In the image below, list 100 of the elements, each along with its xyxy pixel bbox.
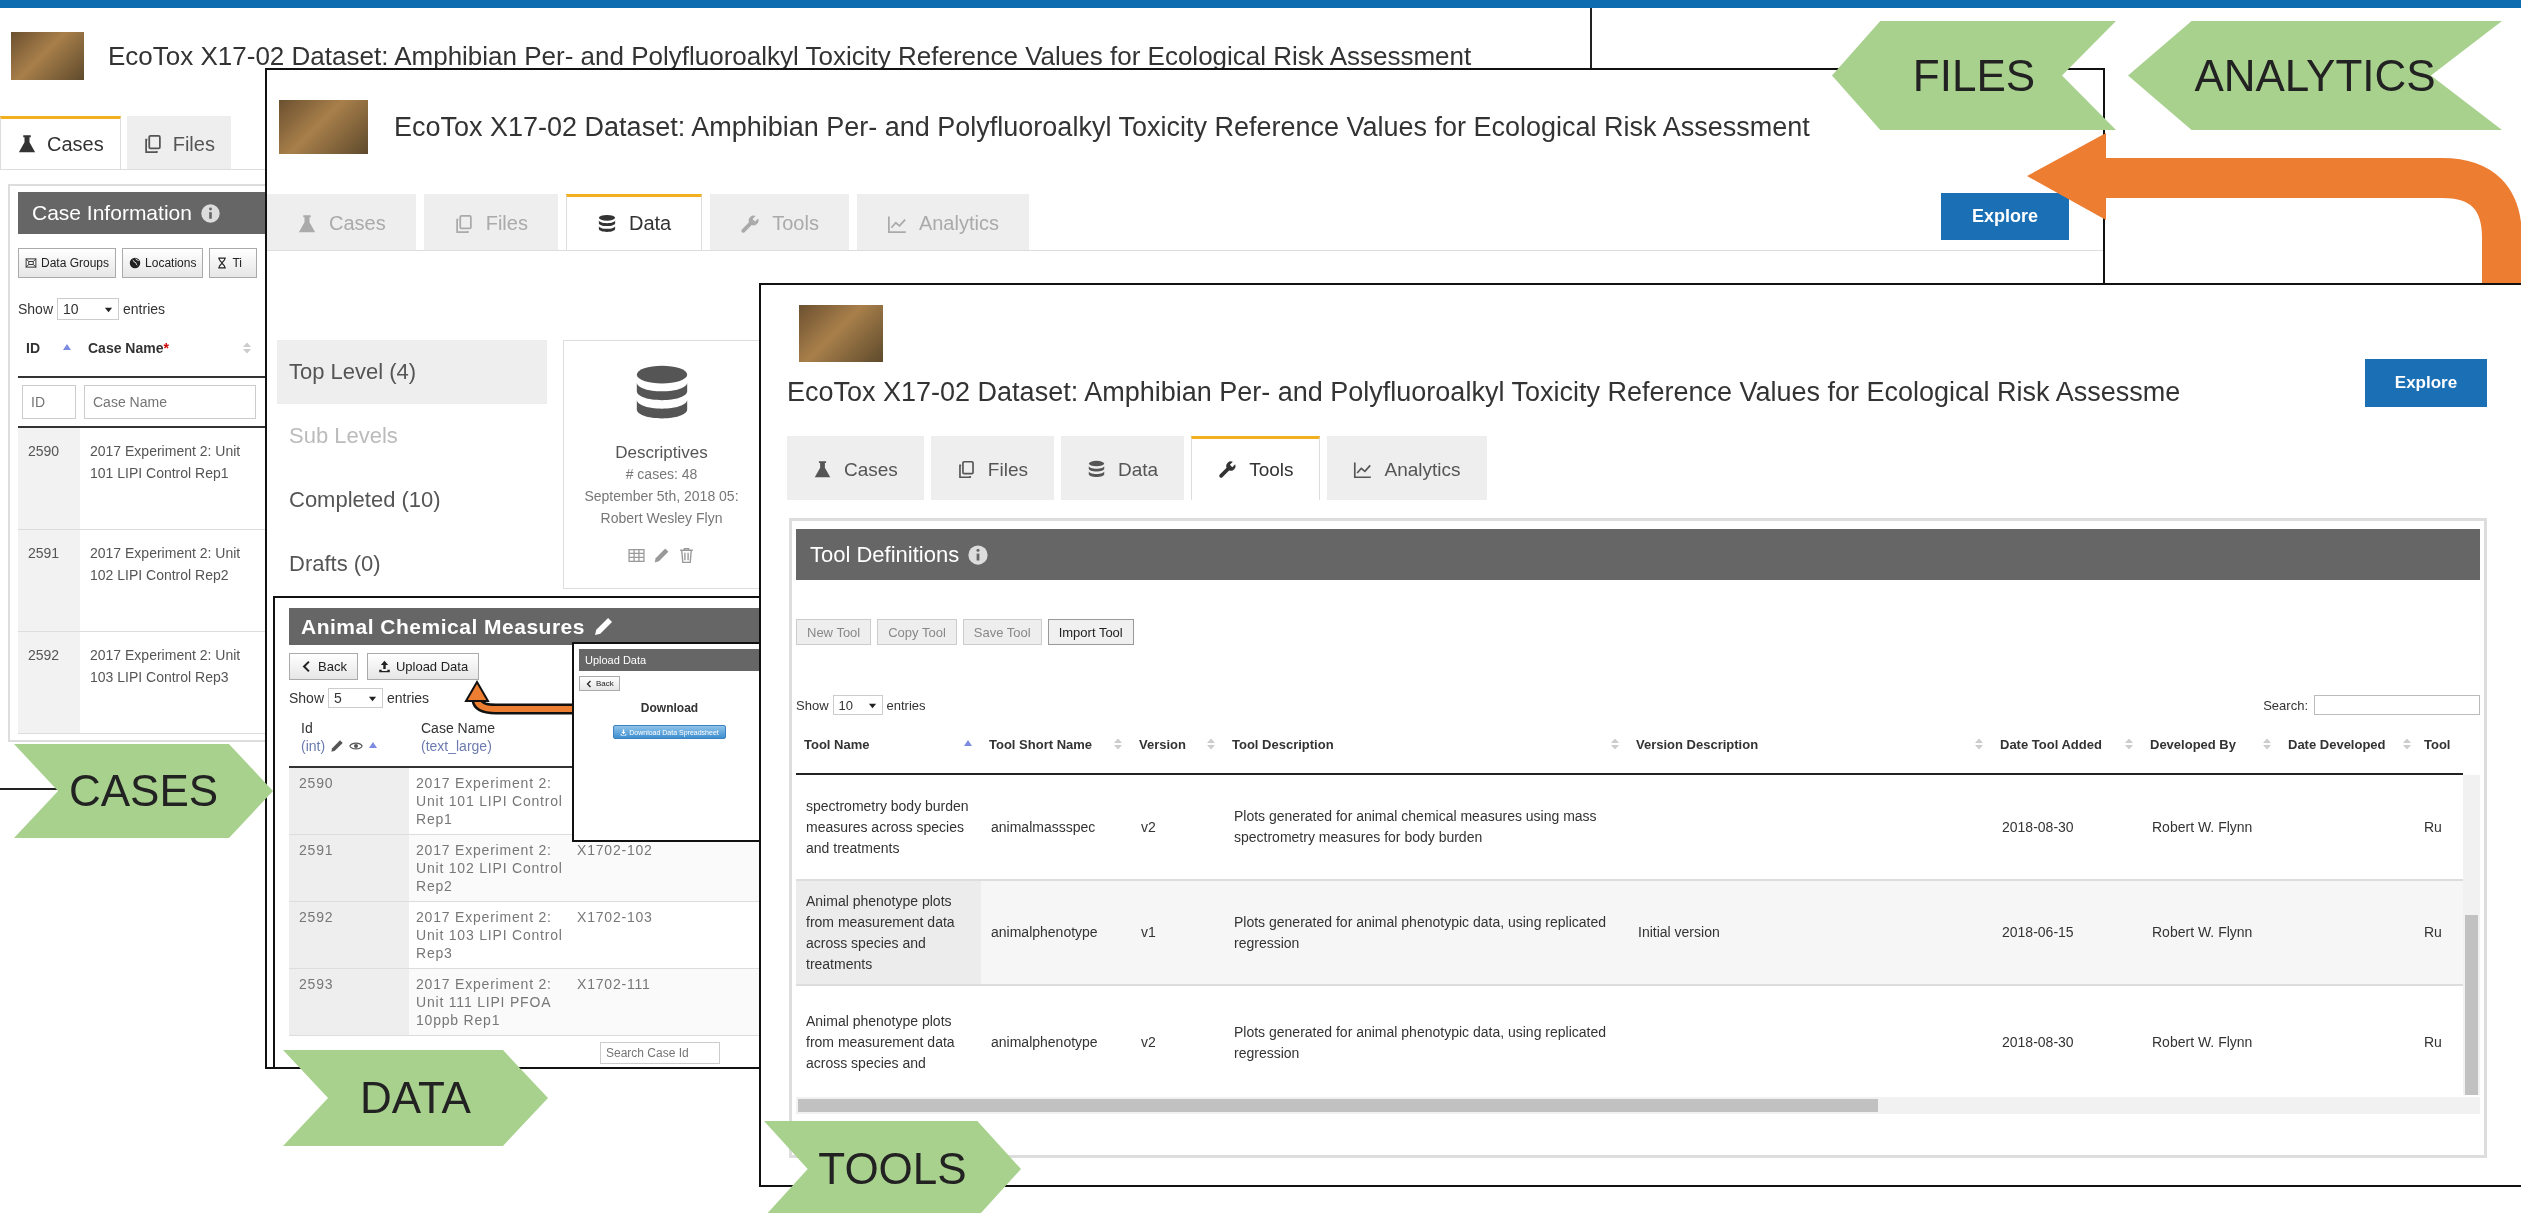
table-cell-text: X1702-102	[576, 841, 654, 860]
upload-button[interactable]: Upload Data	[366, 653, 480, 680]
tab[interactable]: Files	[126, 116, 231, 169]
globe-icon	[129, 257, 142, 269]
sort-icon[interactable]	[2262, 737, 2272, 751]
level-menu-item[interactable]: Drafts (0)	[277, 532, 547, 596]
column-header[interactable]: Id (int)	[289, 720, 409, 766]
pencil-icon[interactable]	[330, 739, 345, 753]
database-icon	[1087, 460, 1106, 479]
table-cell: Animal phenotype plots from measurement data across species and treatments	[796, 881, 981, 984]
sort-icon[interactable]	[1113, 737, 1123, 751]
sort-icon[interactable]	[2402, 737, 2412, 751]
page-size-select[interactable]: 10	[832, 695, 883, 715]
table-cell-text: 2017 Experiment 2: Unit 103 LIPI Control Rep3	[89, 646, 242, 687]
chevron-label: ANALYTICS	[2128, 21, 2502, 130]
chevron-left-icon	[585, 679, 593, 688]
level-menu-item[interactable]: Top Level (4)	[277, 340, 547, 404]
toolbar-button[interactable]: Import Tool	[1047, 619, 1134, 645]
table-cell-text: animalphenotype	[990, 923, 1099, 942]
column-name: Id	[301, 720, 314, 736]
table-cell-text: X1702-111	[576, 975, 652, 994]
entries-label: entries	[387, 690, 430, 706]
section-heading: Download	[639, 701, 700, 715]
case-count: # cases: 48	[625, 465, 698, 484]
level-menu-item[interactable]: Completed (10)	[277, 468, 547, 532]
table-cell-text: 2017 Experiment 2: Unit 102 LIPI Control Rep2	[415, 841, 564, 896]
vertical-scrollbar[interactable]	[2463, 775, 2480, 1095]
card-date: September 5th, 2018 05:	[584, 487, 739, 506]
sort-icon[interactable]	[1206, 737, 1216, 751]
table-cell: 2590	[289, 768, 409, 834]
page-title: EcoTox X17-02 Dataset: Amphibian Per- and Polyfluoroalkyl Toxicity Reference Values for Ecological Risk Assessment	[108, 40, 1472, 72]
sort-icon[interactable]	[2124, 737, 2134, 751]
info-icon[interactable]	[199, 202, 221, 224]
page-size-select[interactable]: 10	[57, 298, 120, 320]
column-header[interactable]: Developed By	[2142, 715, 2280, 773]
tab[interactable]: Cases	[0, 116, 121, 169]
trash-icon[interactable]	[678, 547, 695, 564]
tab[interactable]: Data	[565, 194, 703, 250]
wrench-icon	[740, 213, 761, 234]
column-header[interactable]: Tool Name	[796, 715, 981, 773]
toolbar-button[interactable]: Data Groups	[18, 248, 117, 278]
table-cell-text: 2017 Experiment 2: Unit 103 LIPI Control Rep3	[415, 908, 564, 963]
table-icon[interactable]	[628, 547, 645, 564]
table-cell-text: animalmassspec	[990, 817, 1097, 837]
page-size-select[interactable]: 5	[328, 688, 384, 708]
toolbar-button[interactable]: Locations	[122, 248, 204, 278]
column-header[interactable]: Tool Short Name	[981, 715, 1131, 773]
table-cell: 2592	[18, 632, 80, 733]
pencil-icon[interactable]	[592, 616, 614, 637]
sort-icon[interactable]	[242, 341, 252, 355]
column-header[interactable]: Tool Description	[1224, 715, 1628, 773]
search-field[interactable]: Search Case Id	[600, 1042, 720, 1064]
line-chart-icon	[1353, 460, 1373, 479]
column-header[interactable]: Date Tool Added	[1992, 715, 2142, 773]
grid-icon	[25, 257, 37, 269]
table-cell-text: 2017 Experiment 2: Unit 111 LIPI PFOA 10ppb Rep1	[415, 975, 553, 1030]
tab[interactable]: Files	[930, 436, 1054, 500]
explore-button[interactable]: Explore	[1941, 193, 2069, 240]
column-header[interactable]: Date Developed	[2280, 715, 2420, 773]
column-header[interactable]: ID	[18, 340, 80, 356]
table-cell-text: 2017 Experiment 2: Unit 101 LIPI Control Rep1	[415, 774, 564, 829]
column-header[interactable]: Version	[1131, 715, 1224, 773]
table-cell-text: Robert W. Flynn	[2151, 1033, 2254, 1052]
flask-icon	[297, 213, 317, 234]
tab[interactable]: Cases	[787, 436, 924, 500]
chevron-label: DATA	[283, 1050, 548, 1146]
filter-field[interactable]: Case Name	[84, 385, 256, 419]
toolbar-button[interactable]: Ti	[209, 248, 258, 278]
show-label: Show	[289, 690, 325, 706]
column-header[interactable]: Case Name (text_large)	[409, 720, 570, 766]
sort-icon[interactable]	[1610, 737, 1620, 751]
table-cell-text: Plots generated for animal phenotypic data, using replicated regression	[1233, 912, 1607, 953]
column-header[interactable]: Version Description	[1628, 715, 1992, 773]
eye-icon[interactable]	[349, 739, 364, 753]
tab[interactable]: Tools	[1191, 436, 1321, 500]
table-cell-text: v1	[1140, 923, 1157, 942]
tab[interactable]: Data	[1061, 436, 1185, 500]
show-label: Show	[796, 697, 829, 713]
info-icon[interactable]	[967, 543, 990, 566]
search-field[interactable]	[2314, 695, 2480, 715]
table-cell: 2592	[289, 902, 409, 968]
table-cell: 2591	[289, 835, 409, 901]
database-icon	[596, 213, 617, 234]
column-header[interactable]: Tool	[2420, 715, 2465, 773]
back-button[interactable]: Back	[289, 653, 358, 680]
table-cell-text: 2018-06-15	[2001, 923, 2075, 942]
horizontal-scrollbar[interactable]	[796, 1097, 2480, 1114]
filter-field[interactable]: ID	[22, 385, 76, 419]
column-header[interactable]: Case Name*	[80, 340, 260, 356]
chevron-label: FILES	[1832, 21, 2116, 130]
table-cell-text: v2	[1140, 1033, 1157, 1052]
table-cell-text: v2	[1140, 817, 1157, 837]
back-button[interactable]: Back	[579, 676, 620, 691]
card-author: Robert Wesley Flyn	[600, 509, 723, 528]
tab[interactable]: Analytics	[1327, 436, 1487, 500]
sort-icon[interactable]	[1974, 737, 1984, 751]
explore-button[interactable]: Explore	[2365, 359, 2487, 407]
table-cell-text: spectrometry body burden measures across species and treatments	[805, 796, 970, 858]
upload-icon	[377, 660, 391, 673]
table-cell: 2593	[289, 969, 409, 1035]
